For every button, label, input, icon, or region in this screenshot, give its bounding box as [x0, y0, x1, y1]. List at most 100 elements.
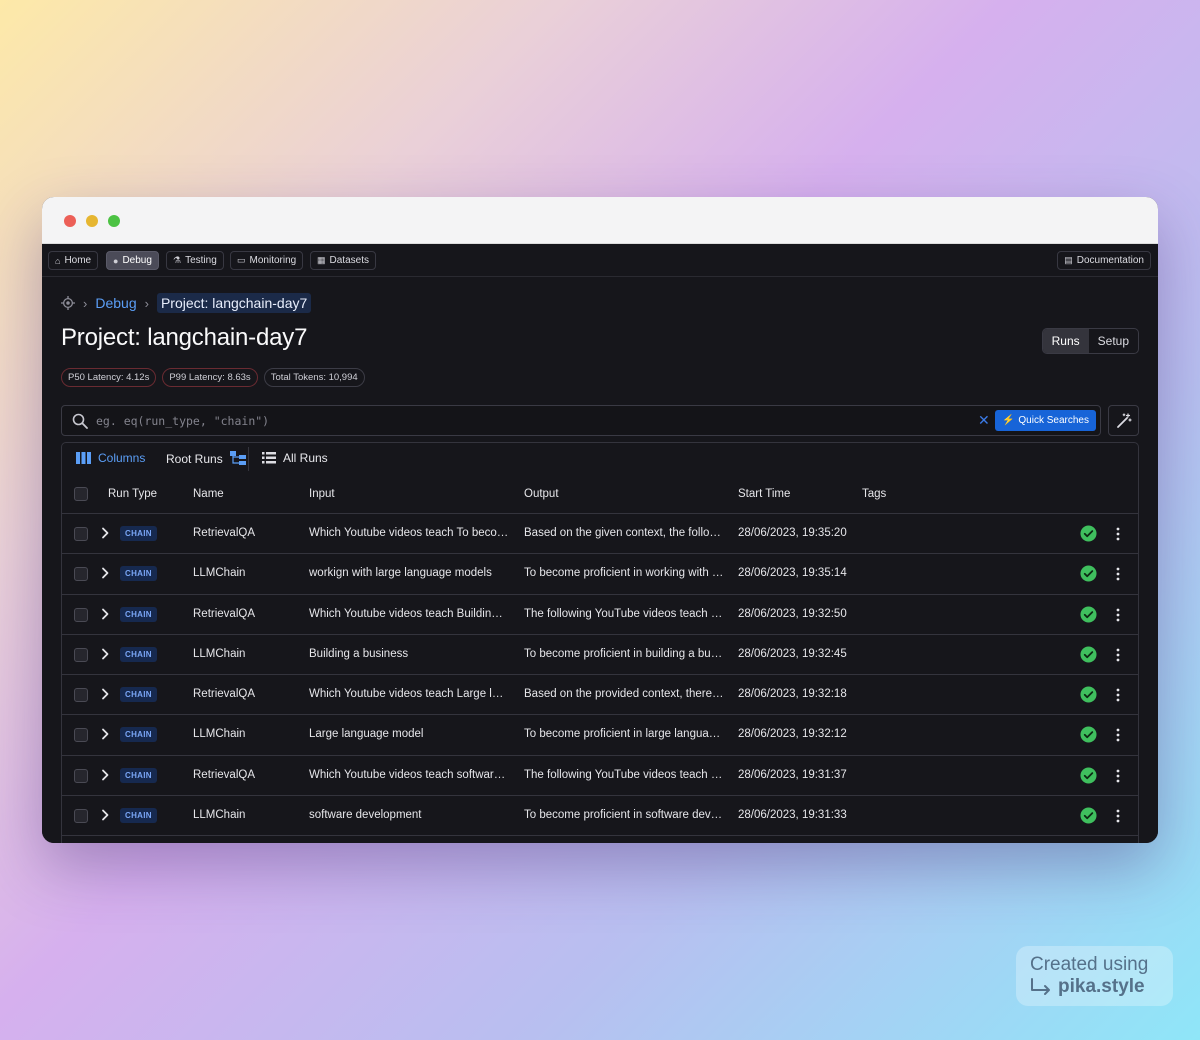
more-options-icon[interactable] [1114, 688, 1122, 702]
header-run-type[interactable]: Run Type [108, 488, 157, 500]
total-tokens-badge: Total Tokens: 10,994 [263, 368, 365, 387]
header-tags[interactable]: Tags [862, 488, 886, 500]
home-icon: ⌂ [55, 255, 61, 266]
nav-datasets[interactable]: ▦ Datasets [310, 251, 376, 270]
row-checkbox[interactable] [74, 567, 88, 582]
run-name: RetrievalQA [193, 768, 255, 781]
nav-testing[interactable]: ⚗ Testing [166, 251, 224, 270]
header-start-time[interactable]: Start Time [738, 488, 790, 500]
run-type-badge: CHAIN [120, 687, 157, 703]
close-window-button[interactable] [64, 215, 76, 227]
bug-icon: ● [113, 255, 119, 266]
more-options-icon[interactable] [1114, 728, 1122, 742]
more-options-icon[interactable] [1114, 608, 1122, 622]
run-input: Which Youtube videos teach Large la… [309, 688, 509, 701]
page-title: Project: langchain-day7 [61, 324, 308, 351]
nav-documentation-label: Documentation [1076, 255, 1144, 266]
header-name[interactable]: Name [193, 488, 224, 500]
nav-documentation[interactable]: ▤ Documentation [1057, 251, 1151, 270]
more-options-icon[interactable] [1114, 648, 1122, 662]
chevron-right-icon[interactable] [100, 688, 110, 700]
target-icon[interactable] [61, 296, 75, 310]
run-input: software development [309, 809, 422, 822]
table-row[interactable]: CHAIN RetrievalQA Which Youtube videos t… [62, 514, 1138, 555]
table-row[interactable]: CHAIN LLMChain software development To b… [62, 796, 1138, 837]
row-checkbox[interactable] [74, 647, 88, 662]
run-start-time: 28/06/2023, 19:32:45 [738, 647, 847, 660]
root-runs-label: Root Runs [166, 451, 223, 466]
row-checkbox[interactable] [74, 768, 88, 783]
row-checkbox[interactable] [74, 728, 88, 743]
run-name: LLMChain [193, 809, 246, 822]
header-input[interactable]: Input [309, 488, 335, 500]
nav-debug[interactable]: ● Debug [106, 251, 159, 270]
runs-table: Columns Root Runs All Runs Run Type Name… [61, 442, 1139, 843]
more-options-icon[interactable] [1114, 769, 1122, 783]
run-type-badge: CHAIN [120, 727, 157, 743]
chevron-right-icon: › [144, 295, 149, 311]
run-name: RetrievalQA [193, 607, 255, 620]
list-icon [262, 452, 276, 464]
row-checkbox[interactable] [74, 809, 88, 824]
clear-icon[interactable]: ✕ [978, 412, 990, 429]
chevron-right-icon[interactable] [100, 567, 110, 579]
columns-button[interactable]: Columns [76, 451, 145, 465]
more-options-icon[interactable] [1114, 567, 1122, 581]
table-row[interactable]: CHAIN RetrievalQA Which Youtube videos t… [62, 675, 1138, 716]
run-type-badge: CHAIN [120, 767, 157, 783]
more-options-icon[interactable] [1114, 527, 1122, 541]
lightning-icon: ⚡ [1001, 415, 1015, 426]
run-output: Based on the provided context, there i… [524, 688, 724, 701]
run-name: LLMChain [193, 567, 246, 580]
row-checkbox[interactable] [74, 607, 88, 622]
success-check-icon [1080, 807, 1097, 824]
quick-searches-button[interactable]: ⚡ Quick Searches [994, 410, 1096, 431]
magic-wand-button[interactable] [1108, 405, 1139, 436]
table-row[interactable]: CHAIN RetrievalQA Which Youtube videos t… [62, 756, 1138, 797]
breadcrumb-current: Project: langchain-day7 [156, 293, 312, 313]
all-runs-toggle[interactable]: All Runs [262, 451, 328, 465]
stats-bar: P50 Latency: 4.12s P99 Latency: 8.63s To… [61, 368, 365, 387]
minimize-window-button[interactable] [86, 215, 98, 227]
p50-latency-badge: P50 Latency: 4.12s [61, 368, 157, 387]
monitor-icon: ▭ [237, 255, 246, 265]
success-check-icon [1080, 686, 1097, 703]
breadcrumb-debug[interactable]: Debug [95, 295, 136, 311]
table-row[interactable]: CHAIN RetrievalQA Which Youtube videos t… [62, 595, 1138, 635]
search-icon [72, 413, 88, 429]
table-row[interactable]: CHAIN LLMChain Building a business To be… [62, 635, 1138, 676]
browser-window: ⌂ Home ● Debug ⚗ Testing ▭ Monitoring ▦ … [42, 197, 1158, 843]
table-row[interactable]: CHAIN LLMChain workign with large langua… [62, 554, 1138, 595]
run-output: The following YouTube videos teach s… [524, 768, 724, 781]
table-row[interactable]: CHAIN LLMChain Large language model To b… [62, 715, 1138, 756]
header-output[interactable]: Output [524, 488, 559, 500]
chevron-right-icon[interactable] [100, 728, 110, 740]
book-icon: ▤ [1064, 255, 1073, 265]
success-check-icon [1080, 767, 1097, 784]
magic-wand-icon [1116, 412, 1132, 428]
tab-setup[interactable]: Setup [1089, 329, 1138, 353]
nav-monitoring[interactable]: ▭ Monitoring [230, 251, 304, 270]
root-runs-toggle[interactable]: Root Runs [166, 451, 246, 466]
chevron-right-icon[interactable] [100, 527, 110, 539]
row-checkbox[interactable] [74, 527, 88, 541]
select-all-checkbox[interactable] [74, 487, 88, 501]
run-input: Which Youtube videos teach software … [309, 768, 509, 781]
more-options-icon[interactable] [1114, 809, 1122, 823]
tab-runs[interactable]: Runs [1042, 329, 1089, 353]
run-input: Large language model [309, 728, 424, 741]
chevron-right-icon[interactable] [100, 769, 110, 781]
table-toolbar: Columns Root Runs All Runs [62, 443, 1138, 474]
nav-datasets-label: Datasets [329, 255, 369, 266]
p99-latency-badge: P99 Latency: 8.63s [162, 368, 258, 387]
row-checkbox[interactable] [74, 688, 88, 703]
columns-label: Columns [98, 451, 146, 465]
chevron-right-icon[interactable] [100, 608, 110, 620]
run-type-badge: CHAIN [120, 646, 157, 662]
nav-home[interactable]: ⌂ Home [48, 251, 99, 270]
chevron-right-icon[interactable] [100, 648, 110, 660]
run-start-time: 28/06/2023, 19:32:12 [738, 728, 847, 741]
search-input[interactable] [96, 412, 956, 430]
chevron-right-icon[interactable] [100, 809, 110, 821]
maximize-window-button[interactable] [108, 215, 120, 227]
